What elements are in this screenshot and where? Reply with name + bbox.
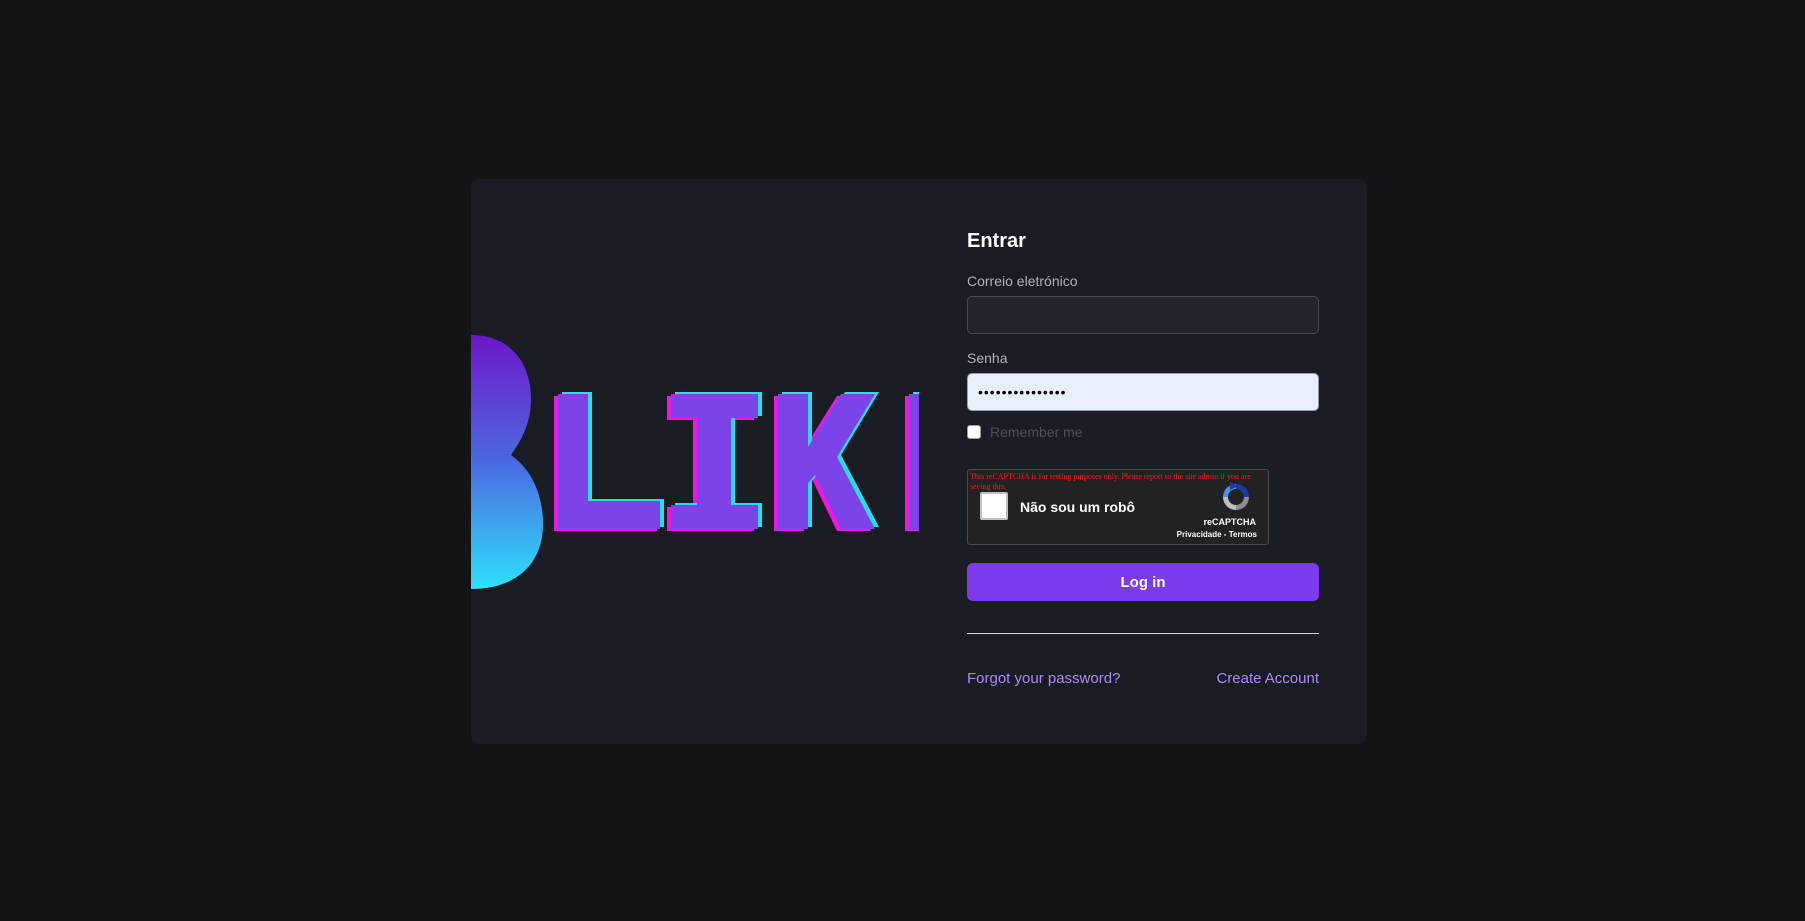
recaptcha-checkbox-label: Não sou um robô [1020, 499, 1136, 515]
login-form: Entrar Correio eletrónico Senha Remember… [967, 229, 1319, 687]
forgot-password-link[interactable]: Forgot your password? [967, 670, 1120, 687]
divider [967, 633, 1319, 634]
page-title: Entrar [967, 230, 1026, 252]
login-card: Entrar Correio eletrónico Senha Remember… [471, 179, 1367, 744]
email-field[interactable] [967, 296, 1319, 334]
password-label: Senha [967, 350, 1008, 366]
recaptcha-checkbox[interactable] [980, 492, 1008, 520]
footer-links: Forgot your password? Create Account [967, 670, 1319, 687]
remember-me-checkbox[interactable] [967, 425, 981, 439]
email-group: Correio eletrónico [967, 273, 1319, 334]
logo-panel [471, 179, 919, 744]
recaptcha-brand: reCAPTCHA [1203, 517, 1256, 527]
login-button[interactable]: Log in [967, 563, 1319, 601]
create-account-link[interactable]: Create Account [1216, 670, 1319, 687]
remember-me-label: Remember me [990, 424, 1083, 440]
recaptcha-widget: This reCAPTCHA is for testing purposes o… [967, 469, 1269, 545]
remember-me-row[interactable]: Remember me [967, 423, 1319, 441]
recaptcha-terms-link[interactable]: Privacidade - Termos [1177, 530, 1257, 539]
recaptcha-icon [1223, 482, 1249, 510]
email-label: Correio eletrónico [967, 273, 1078, 289]
password-group: Senha [967, 350, 1319, 411]
password-field[interactable] [967, 373, 1319, 411]
bliki-logo [471, 335, 919, 589]
